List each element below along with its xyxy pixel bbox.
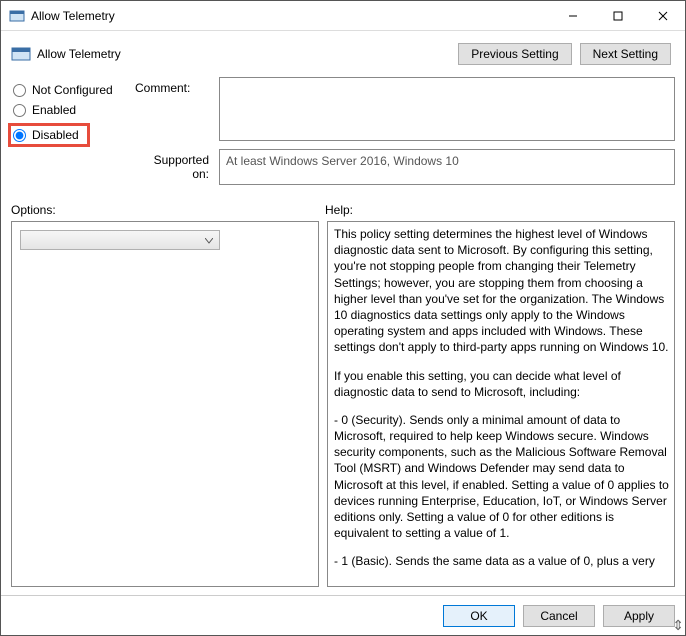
help-text: This policy setting determines the highe… bbox=[334, 226, 670, 356]
next-setting-button[interactable]: Next Setting bbox=[580, 43, 671, 65]
window-title: Allow Telemetry bbox=[31, 9, 550, 23]
help-pane[interactable]: This policy setting determines the highe… bbox=[327, 221, 675, 587]
page-title: Allow Telemetry bbox=[37, 47, 458, 61]
state-radios: Not Configured Enabled Disabled bbox=[11, 77, 131, 147]
dialog-footer: OK Cancel Apply ⇕ bbox=[1, 595, 685, 635]
help-text: If you enable this setting, you can deci… bbox=[334, 368, 670, 400]
apply-button[interactable]: Apply bbox=[603, 605, 675, 627]
previous-setting-button[interactable]: Previous Setting bbox=[458, 43, 571, 65]
minimize-button[interactable] bbox=[550, 1, 595, 30]
radio-disabled-input[interactable] bbox=[13, 129, 26, 142]
radio-label: Not Configured bbox=[32, 83, 113, 97]
radio-disabled[interactable]: Disabled bbox=[11, 128, 79, 142]
header-row: Allow Telemetry Previous Setting Next Se… bbox=[1, 31, 685, 71]
supported-on-label: Supported on: bbox=[135, 149, 215, 181]
policy-icon bbox=[11, 44, 31, 64]
chevron-down-icon bbox=[205, 231, 213, 249]
help-text: - 1 (Basic). Sends the same data as a va… bbox=[334, 553, 670, 569]
radio-not-configured-input[interactable] bbox=[13, 84, 26, 97]
close-button[interactable] bbox=[640, 1, 685, 30]
group-policy-dialog: Allow Telemetry Allow Telemetry Previous… bbox=[0, 0, 686, 636]
window-controls bbox=[550, 1, 685, 30]
radio-enabled[interactable]: Enabled bbox=[11, 103, 131, 117]
options-label: Options: bbox=[11, 203, 325, 217]
supported-on-value: At least Windows Server 2016, Windows 10 bbox=[219, 149, 675, 185]
titlebar: Allow Telemetry bbox=[1, 1, 685, 31]
maximize-button[interactable] bbox=[595, 1, 640, 30]
ok-button[interactable]: OK bbox=[443, 605, 515, 627]
radio-enabled-input[interactable] bbox=[13, 104, 26, 117]
comment-label: Comment: bbox=[135, 77, 215, 95]
radio-label: Disabled bbox=[32, 128, 79, 142]
options-dropdown[interactable] bbox=[20, 230, 220, 250]
help-text: - 0 (Security). Sends only a minimal amo… bbox=[334, 412, 670, 542]
options-pane bbox=[11, 221, 319, 587]
comment-input[interactable] bbox=[219, 77, 675, 141]
highlighted-selection: Disabled bbox=[8, 123, 90, 147]
cancel-button[interactable]: Cancel bbox=[523, 605, 595, 627]
radio-label: Enabled bbox=[32, 103, 76, 117]
radio-not-configured[interactable]: Not Configured bbox=[11, 83, 131, 97]
policy-icon bbox=[9, 8, 25, 24]
help-label: Help: bbox=[325, 203, 353, 217]
